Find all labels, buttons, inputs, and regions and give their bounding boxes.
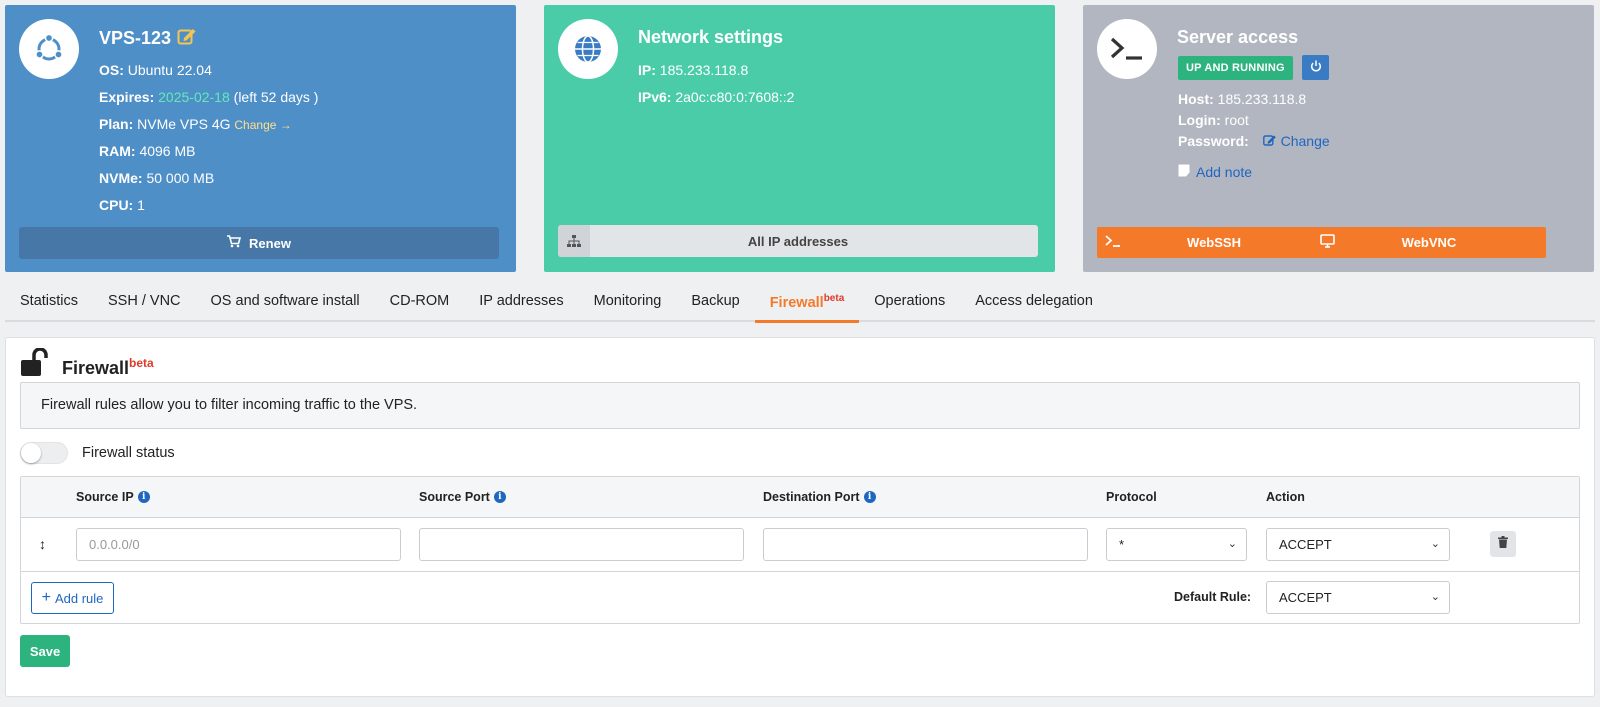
- firewall-status-toggle[interactable]: [20, 442, 68, 464]
- terminal-icon: [1097, 19, 1157, 79]
- info-icon[interactable]: i: [863, 491, 876, 503]
- source-ip-input[interactable]: 0.0.0.0/0: [76, 528, 401, 561]
- tab-access-delegation[interactable]: Access delegation: [960, 278, 1108, 322]
- add-rule-button[interactable]: + Add rule: [31, 582, 114, 614]
- note-icon: [1178, 164, 1190, 180]
- beta-tag: beta: [129, 356, 154, 370]
- all-ip-label: All IP addresses: [747, 233, 849, 249]
- tab-statistics[interactable]: Statistics: [5, 278, 93, 322]
- tab-ip-addresses[interactable]: IP addresses: [464, 278, 578, 322]
- trash-icon: [1498, 535, 1508, 553]
- rules-table: Source IP i Source Port i Destination Port…: [20, 476, 1580, 624]
- col-destination-port: Destination Port i: [763, 490, 876, 504]
- vps-plan: Plan: NVMe VPS 4G Change →: [99, 116, 292, 132]
- terminal-small-icon: [1105, 234, 1121, 251]
- vps-cpu: CPU: 1: [99, 197, 145, 213]
- all-ip-addresses-button[interactable]: All IP addresses: [558, 225, 1038, 257]
- network-card: Network settings IP: 185.233.118.8 IPv6:…: [544, 5, 1055, 272]
- destination-port-input[interactable]: [763, 528, 1088, 561]
- default-rule-label: Default Rule:: [1174, 590, 1252, 604]
- firewall-status-label: Firewall status: [82, 445, 175, 461]
- firewall-panel: Firewallbeta Firewall rules allow you to…: [5, 337, 1595, 697]
- firewall-title: Firewallbeta: [62, 356, 154, 378]
- renew-button[interactable]: Renew: [19, 227, 499, 259]
- network-title: Network settings: [638, 27, 784, 47]
- cart-icon: [227, 235, 242, 251]
- power-icon: [1310, 59, 1322, 77]
- beta-tag: beta: [823, 293, 845, 304]
- vps-expires: Expires: 2025-02-18 (left 52 days ): [99, 89, 319, 105]
- webvnc-button[interactable]: WebVNC: [1312, 227, 1546, 258]
- vps-ram: RAM: 4096 MB: [99, 143, 196, 159]
- expires-date: 2025-02-18: [158, 89, 230, 105]
- network-ipv6: IPv6: 2a0c:c80:0:7608::2: [638, 89, 795, 105]
- edit-icon: [1262, 133, 1281, 149]
- server-details: Host: 185.233.118.8 Login: root Password…: [1178, 89, 1330, 152]
- table-row: ↕ 0.0.0.0/0 * ⌄ ACCEPT ⌄: [21, 518, 1579, 572]
- chevron-down-icon: ⌄: [1430, 538, 1440, 550]
- delete-rule-button[interactable]: [1490, 531, 1516, 557]
- password-change-link[interactable]: Change: [1262, 133, 1330, 149]
- protocol-select[interactable]: * ⌄: [1106, 528, 1247, 561]
- vps-card: VPS-123 OS: Ubuntu 22.04 Expires: 2025-0…: [5, 5, 516, 272]
- power-button[interactable]: [1302, 55, 1329, 80]
- unlock-icon: [20, 347, 52, 383]
- action-select[interactable]: ACCEPT ⌄: [1266, 528, 1450, 561]
- source-port-input[interactable]: [419, 528, 744, 561]
- drag-handle-icon[interactable]: ↕: [39, 536, 46, 552]
- chevron-down-icon: ⌄: [1430, 591, 1440, 603]
- tab-operations[interactable]: Operations: [859, 278, 960, 322]
- add-note-link[interactable]: Add note: [1178, 164, 1252, 180]
- tab-backup[interactable]: Backup: [676, 278, 754, 322]
- col-protocol: Protocol: [1106, 490, 1157, 504]
- server-access-title: Server access: [1177, 27, 1299, 47]
- rules-table-header: Source IP i Source Port i Destination Port…: [21, 477, 1579, 518]
- firewall-header: Firewallbeta: [20, 347, 154, 383]
- tab-cd-rom[interactable]: CD-ROM: [375, 278, 465, 322]
- monitor-icon: [1320, 234, 1335, 251]
- status-badge: UP AND RUNNING: [1178, 56, 1293, 80]
- tab-bar: Statistics SSH / VNC OS and software ins…: [5, 278, 1595, 323]
- server-host: Host: 185.233.118.8: [1178, 91, 1307, 107]
- ubuntu-icon: [19, 19, 79, 79]
- plan-change-link[interactable]: Change →: [234, 118, 291, 132]
- webssh-button[interactable]: WebSSH: [1097, 227, 1331, 258]
- vps-os: OS: Ubuntu 22.04: [99, 62, 212, 78]
- tab-firewall[interactable]: Firewallbeta: [754, 278, 860, 323]
- edit-icon[interactable]: [177, 27, 197, 50]
- info-icon[interactable]: i: [137, 491, 150, 503]
- arrow-right-icon: →: [279, 118, 292, 132]
- save-button[interactable]: Save: [20, 635, 70, 667]
- server-login: Login: root: [1178, 112, 1249, 128]
- plus-icon: +: [41, 589, 51, 606]
- tab-monitoring[interactable]: Monitoring: [579, 278, 677, 322]
- server-access-card: Server access UP AND RUNNING Host: 185.2…: [1083, 5, 1594, 272]
- network-ip: IP: 185.233.118.8: [638, 62, 749, 78]
- info-icon[interactable]: i: [493, 491, 506, 503]
- sitemap-icon: [558, 225, 590, 257]
- col-source-ip: Source IP i: [76, 490, 150, 504]
- chevron-down-icon: ⌄: [1227, 538, 1237, 550]
- default-rule-select[interactable]: ACCEPT ⌄: [1266, 581, 1450, 614]
- tab-ssh-vnc[interactable]: SSH / VNC: [93, 278, 196, 322]
- firewall-status-row: Firewall status: [20, 442, 175, 464]
- col-action: Action: [1266, 490, 1305, 504]
- renew-label: Renew: [249, 235, 291, 251]
- vps-name: VPS-123: [99, 28, 172, 48]
- server-password: Password: Change: [1178, 133, 1330, 149]
- firewall-notice: Firewall rules allow you to filter incom…: [20, 382, 1580, 429]
- tab-os-install[interactable]: OS and software install: [196, 278, 375, 322]
- col-source-port: Source Port i: [419, 490, 506, 504]
- vps-nvme: NVMe: 50 000 MB: [99, 170, 215, 186]
- globe-icon: [558, 19, 618, 79]
- vps-title: VPS-123: [99, 27, 197, 50]
